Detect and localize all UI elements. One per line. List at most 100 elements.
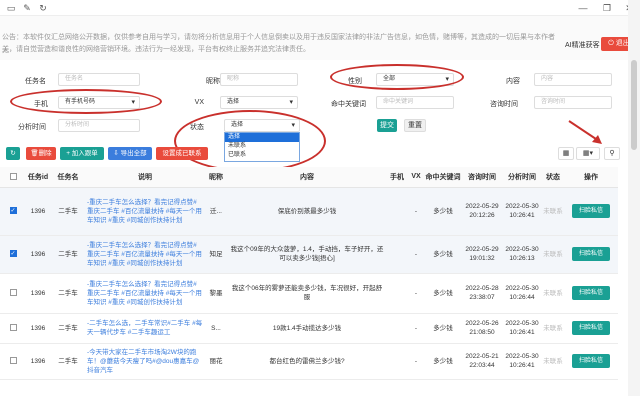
col-header[interactable]: 昵称: [204, 167, 228, 188]
keyword-cell: 多少钱: [424, 187, 462, 236]
table-row[interactable]: ✓ 1396 二手车 -重庆二手车怎么选择？看完记得点赞#重庆二手车 #百亿流量扶持 …: [0, 187, 618, 236]
row-checkbox[interactable]: [0, 343, 26, 380]
col-header[interactable]: VX: [408, 167, 424, 188]
task-id-cell: 1396: [26, 187, 50, 236]
nickname-cell: 黎墨: [204, 273, 228, 314]
table-row[interactable]: 1396 二手车 -二手车怎么选，二手车常识#二手车 #每天一辆代步车 #二手车趣运…: [0, 313, 618, 344]
refresh-button[interactable]: ↻: [6, 147, 20, 160]
action-cell[interactable]: 扫脸私信: [564, 343, 618, 380]
phone-cell: [386, 313, 408, 344]
content-cell: 都台红色的雷佛兰多少钱?: [228, 343, 386, 380]
col-header[interactable]: 分析时间: [502, 167, 542, 188]
delete-button[interactable]: 🗑删除: [26, 147, 56, 160]
add-follow-button[interactable]: + 加入跟单: [60, 147, 104, 160]
description-cell[interactable]: -今天带大家在二手车市场淘2W块的跑车！@蘑菇今天瘦了吗#@dou惠嘉车@抖音汽…: [86, 343, 204, 380]
keyword-cell: 多少钱: [424, 313, 462, 344]
select-all-header[interactable]: [0, 167, 26, 188]
row-select-checkbox[interactable]: ✓: [9, 250, 17, 258]
columns-button[interactable]: ▦: [558, 147, 574, 160]
keyword-cell: 多少钱: [424, 235, 462, 274]
vx-label: VX: [194, 99, 204, 106]
action-cell[interactable]: 扫脸私信: [564, 273, 618, 314]
col-header[interactable]: 说明: [86, 167, 204, 188]
scan-message-button[interactable]: 扫脸私信: [572, 247, 610, 261]
col-header[interactable]: 任务id: [26, 167, 50, 188]
row-checkbox[interactable]: ✓: [0, 235, 26, 274]
task-id-cell: 1396: [26, 235, 50, 274]
analysis-time-label: 分析时间: [18, 124, 46, 131]
set-contacted-label: 设置成已联系: [162, 150, 202, 157]
reset-button[interactable]: 重置: [404, 119, 426, 132]
col-header[interactable]: 操作: [564, 167, 618, 188]
description-cell[interactable]: -重庆二手车怎么选择？看完记得点赞#重庆二手车 #百亿流量扶持 #每天一个用车知…: [86, 235, 204, 274]
row-select-checkbox[interactable]: [9, 357, 17, 365]
consult-time-input[interactable]: 咨询时间: [534, 96, 612, 109]
task-name-cell: 二手车: [50, 235, 86, 274]
folder-icon[interactable]: ▭: [6, 3, 16, 13]
description-cell[interactable]: -重庆二手车怎么选择？看完记得点赞#重庆二手车 #百亿流量扶持 #每天一个用车知…: [86, 273, 204, 314]
refresh-icon[interactable]: ↻: [38, 3, 48, 13]
analysis-time-cell: 2022-05-30 10:26:44: [502, 273, 542, 314]
set-contacted-button[interactable]: 设置成已联系: [156, 147, 208, 160]
search-icon: ⚲: [609, 150, 615, 157]
analysis-time-cell: 2022-05-30 10:26:13: [502, 235, 542, 274]
col-header[interactable]: 内容: [228, 167, 386, 188]
trash-icon: 🗑: [30, 150, 39, 157]
description-cell[interactable]: -重庆二手车怎么选择？看完记得点赞#重庆二手车 #百亿流量扶持 #每天一个用车知…: [86, 187, 204, 236]
vx-cell: -: [408, 343, 424, 380]
action-cell[interactable]: 扫脸私信: [564, 235, 618, 274]
col-header[interactable]: 命中关键词: [424, 167, 462, 188]
task-name-cell: 二手车: [50, 343, 86, 380]
content-cell: 我这个09年的大众菠萝，1.4，手动挡，车子好开，还可以卖多少钱[捂心]: [228, 235, 386, 274]
scrollbar-thumb[interactable]: [631, 60, 637, 150]
keyword-label: 命中关键词: [331, 101, 366, 108]
col-header[interactable]: 任务名: [50, 167, 86, 188]
restore-icon[interactable]: ❐: [602, 3, 612, 13]
row-select-checkbox[interactable]: [9, 324, 17, 332]
window-titlebar: ▭ ✎ ↻ — ❐ ✕: [0, 0, 640, 16]
action-cell[interactable]: 扫脸私信: [564, 187, 618, 236]
keyword-input[interactable]: 命中关键词: [376, 96, 454, 109]
status-cell: 未联系: [542, 313, 564, 344]
col-header[interactable]: 手机: [386, 167, 408, 188]
view-toggle-button[interactable]: ▦▾: [576, 147, 600, 160]
scan-message-button[interactable]: 扫脸私信: [572, 354, 610, 368]
nickname-label: 昵称: [206, 78, 220, 85]
annotation-arrow-icon: [568, 120, 602, 144]
scan-message-button[interactable]: 扫脸私信: [572, 204, 610, 218]
vx-cell: -: [408, 273, 424, 314]
table-row[interactable]: 1396 二手车 -重庆二手车怎么选择？看完记得点赞#重庆二手车 #百亿流量扶持 #…: [0, 273, 618, 314]
content-cell: 保底价别蒸最多少钱: [228, 187, 386, 236]
task-name-input[interactable]: 任务名: [58, 73, 140, 86]
scan-message-button[interactable]: 扫脸私信: [572, 286, 610, 300]
select-all-checkbox[interactable]: [9, 173, 17, 181]
row-select-checkbox[interactable]: [9, 289, 17, 297]
row-checkbox[interactable]: [0, 313, 26, 344]
add-follow-label: 加入跟单: [71, 150, 98, 157]
consult-time-label: 咨询时间: [490, 101, 518, 108]
table-row[interactable]: 1396 二手车 -今天带大家在二手车市场淘2W块的跑车！@蘑菇今天瘦了吗#@dou…: [0, 343, 618, 380]
annotation-ring-gender: [330, 64, 464, 90]
scan-message-button[interactable]: 扫脸私信: [572, 321, 610, 335]
export-all-label: 导出全部: [120, 150, 147, 157]
col-header[interactable]: 咨询时间: [462, 167, 502, 188]
content-input[interactable]: 内容: [534, 73, 612, 86]
row-select-checkbox[interactable]: ✓: [9, 207, 17, 215]
action-cell[interactable]: 扫脸私信: [564, 313, 618, 344]
status-cell: 未联系: [542, 343, 564, 380]
table-row[interactable]: ✓ 1396 二手车 -重庆二手车怎么选择？看完记得点赞#重庆二手车 #百亿流量扶持 …: [0, 235, 618, 274]
row-checkbox[interactable]: [0, 273, 26, 314]
export-icon: ⇩: [113, 150, 121, 157]
vx-select[interactable]: 选择: [220, 96, 298, 109]
edit-icon[interactable]: ✎: [22, 3, 32, 13]
task-name-cell: 二手车: [50, 313, 86, 344]
minimize-icon[interactable]: —: [578, 3, 588, 13]
search-button[interactable]: ⚲: [604, 147, 620, 160]
col-header[interactable]: 状态: [542, 167, 564, 188]
row-checkbox[interactable]: ✓: [0, 187, 26, 236]
export-all-button[interactable]: ⇩ 导出全部: [108, 147, 152, 160]
submit-button[interactable]: 提交: [377, 119, 397, 132]
description-cell[interactable]: -二手车怎么选，二手车常识#二手车 #每天一辆代步车 #二手车趣运工: [86, 313, 204, 344]
analysis-time-input[interactable]: 分析时间: [58, 119, 140, 132]
nickname-input[interactable]: 昵称: [220, 73, 298, 86]
